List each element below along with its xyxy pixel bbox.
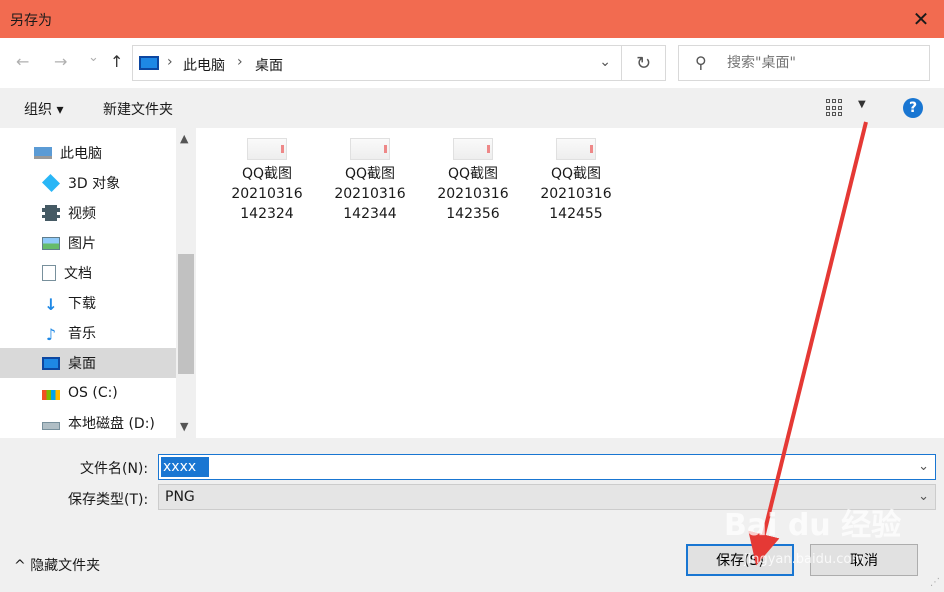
sidebar-item-3d-objects[interactable]: 3D 对象 (0, 168, 176, 198)
baidu-watermark-logo: Bai du 经验 (724, 508, 902, 543)
film-icon (42, 205, 60, 221)
chevron-up-icon: ^ (14, 558, 26, 574)
filename-field[interactable]: xxxx ⌄ (158, 454, 936, 480)
file-list: QQ截图 20210316 142324 QQ截图 20210316 14234… (196, 128, 944, 438)
navigation-pane: 此电脑 3D 对象 视频 图片 文档 ↓ 下载 ♪ 音乐 桌面 OS (C:) … (0, 128, 196, 438)
chevron-down-icon[interactable]: ⌄ (918, 459, 929, 474)
new-folder-button[interactable]: 新建文件夹 (103, 99, 173, 119)
image-thumbnail (556, 138, 596, 160)
file-name: QQ截图 20210316 142324 (231, 166, 303, 222)
resize-grip-icon[interactable]: ⋰ (930, 577, 940, 588)
organize-menu-button[interactable]: 组织 ▾ (24, 99, 63, 119)
chevron-down-icon[interactable]: ⌄ (918, 489, 929, 504)
document-icon (42, 265, 56, 281)
close-icon[interactable]: ✕ (898, 0, 944, 38)
picture-icon (42, 236, 60, 250)
music-icon: ♪ (45, 325, 57, 344)
sidebar-item-desktop[interactable]: 桌面 (0, 348, 176, 378)
sidebar-item-label: 音乐 (68, 326, 96, 342)
window-title: 另存为 (10, 13, 52, 29)
chevron-right-icon: › (167, 54, 173, 70)
breadcrumb-this-pc[interactable]: 此电脑 (183, 55, 225, 75)
scroll-down-icon[interactable]: ▼ (180, 420, 188, 433)
drive-icon (42, 390, 60, 400)
sidebar-item-music[interactable]: ♪ 音乐 (0, 318, 176, 348)
forward-arrow-icon[interactable]: → (54, 52, 67, 71)
sidebar-scrollbar[interactable]: ▲ ▼ (176, 128, 196, 438)
file-name: QQ截图 20210316 142356 (437, 166, 509, 222)
file-item[interactable]: QQ截图 20210316 142455 (531, 138, 621, 224)
file-item[interactable]: QQ截图 20210316 142324 (222, 138, 312, 224)
desktop-icon (42, 356, 60, 370)
hide-folders-label: 隐藏文件夹 (30, 558, 101, 574)
back-arrow-icon[interactable]: ← (16, 52, 29, 71)
sidebar-item-label: 视频 (68, 206, 96, 222)
command-toolbar: 组织 ▾ 新建文件夹 ▼ (0, 88, 944, 128)
sidebar-item-label: 3D 对象 (68, 176, 121, 192)
scroll-up-icon[interactable]: ▲ (180, 132, 188, 145)
computer-icon (34, 147, 52, 159)
sidebar-item-local-disk-d[interactable]: 本地磁盘 (D:) (0, 408, 176, 438)
image-thumbnail (247, 138, 287, 160)
file-item[interactable]: QQ截图 20210316 142356 (428, 138, 518, 224)
file-name: QQ截图 20210316 142344 (334, 166, 406, 222)
filetype-label: 保存类型(T): (68, 492, 149, 508)
sidebar-item-label: OS (C:) (68, 385, 118, 401)
sidebar-item-label: 桌面 (68, 356, 96, 372)
file-name: QQ截图 20210316 142455 (540, 166, 612, 222)
chevron-down-icon[interactable]: ⌄ (599, 54, 611, 70)
up-arrow-icon[interactable]: ↑ (110, 52, 123, 71)
disk-icon (42, 422, 60, 430)
filename-label: 文件名(N): (80, 461, 149, 477)
sidebar-item-label: 文档 (64, 266, 92, 282)
sidebar-item-label: 图片 (68, 236, 96, 252)
sidebar-item-documents[interactable]: 文档 (0, 258, 176, 288)
watermark-url: jingyan.baidu.com (744, 552, 864, 567)
file-item[interactable]: QQ截图 20210316 142344 (325, 138, 415, 224)
cube-icon (41, 173, 61, 193)
sidebar-item-label: 本地磁盘 (D:) (68, 416, 155, 432)
image-thumbnail (453, 138, 493, 160)
search-icon: ⚲ (695, 53, 707, 72)
sidebar-item-os-c[interactable]: OS (C:) (0, 378, 176, 408)
scrollbar-thumb[interactable] (178, 254, 194, 374)
address-bar[interactable]: › 此电脑 › 桌面 ⌄ (132, 45, 622, 81)
download-icon: ↓ (44, 295, 58, 314)
sidebar-item-this-pc[interactable]: 此电脑 (0, 138, 176, 168)
recent-locations-chevron-icon[interactable]: ⌄ (88, 50, 99, 65)
view-grid-icon[interactable] (826, 99, 844, 117)
breadcrumb-desktop[interactable]: 桌面 (255, 55, 283, 75)
filetype-value: PNG (165, 489, 195, 505)
image-thumbnail (350, 138, 390, 160)
sidebar-item-videos[interactable]: 视频 (0, 198, 176, 228)
computer-icon (139, 56, 159, 70)
chevron-right-icon: › (237, 54, 243, 70)
title-bar: 另存为 ✕ (0, 0, 944, 38)
sidebar-item-label: 此电脑 (60, 146, 102, 162)
filename-value[interactable]: xxxx (161, 457, 209, 477)
refresh-button[interactable]: ↻ (622, 45, 666, 81)
sidebar-item-label: 下载 (68, 296, 96, 312)
search-input[interactable] (727, 52, 917, 74)
sidebar-item-pictures[interactable]: 图片 (0, 228, 176, 258)
search-box[interactable]: ⚲ (678, 45, 930, 81)
view-options-dropdown-icon[interactable]: ▼ (858, 99, 866, 110)
hide-folders-toggle[interactable]: ^ 隐藏文件夹 (14, 555, 100, 575)
navigation-bar: ← → ⌄ ↑ › 此电脑 › 桌面 ⌄ ↻ ⚲ (0, 38, 944, 88)
help-icon[interactable]: ? (903, 98, 923, 118)
sidebar-item-downloads[interactable]: ↓ 下载 (0, 288, 176, 318)
